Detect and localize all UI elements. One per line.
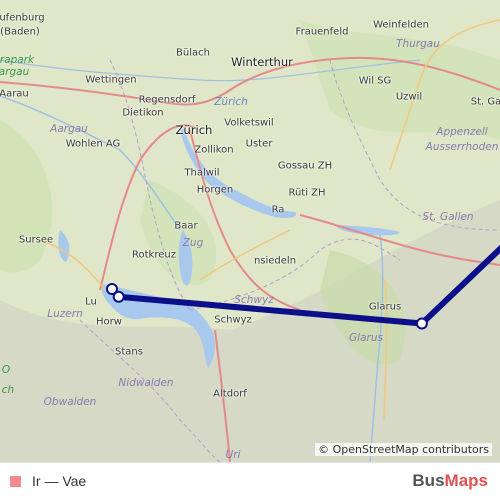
map-base [0,19,500,462]
map-attribution[interactable]: © OpenStreetMap contributors [315,443,492,456]
logo-text-bus: Bus [412,471,445,490]
route-stop-marker[interactable] [415,317,428,330]
place-label-rotkreuz: Rotkreuz [132,249,176,261]
region-label-rapark: rapark [0,54,35,66]
region-label-obwalden: Obwalden [43,396,97,408]
region-label-nidwalden: Nidwalden [118,377,174,389]
place-label-rapperswil: Ra [271,204,285,216]
place-label-luzern: Lu [85,296,97,308]
route-stop-marker[interactable] [112,290,125,303]
place-label-thalwil: Thalwil [184,167,220,179]
place-label-bulach: Bülach [176,47,210,59]
lake-walen [335,225,400,236]
place-label-gossau: Gossau ZH [277,160,333,172]
motorway [189,129,301,311]
region-label-thurgau: Thurgau [396,38,440,50]
logo-text-maps: Maps [444,471,488,490]
place-label-uster: Uster [245,138,273,150]
region-label-appenzell: Appenzell [436,126,488,138]
region-label-schwyz: Schwyz [234,294,274,306]
region-label-zug: Zug [182,237,204,249]
place-label-baden: (Baden) [0,26,40,38]
place-label-horgen: Horgen [196,184,234,196]
place-label-wohlen: Wohlen AG [65,138,121,150]
region-label-uri: Uri [225,449,241,461]
alpine-terrain [0,200,500,462]
place-label-stans: Stans [115,346,143,358]
place-label-dietikon: Dietikon [122,107,164,119]
place-label-baar: Baar [174,220,198,232]
place-label-ruti: Rüti ZH [288,187,326,199]
place-label-st-gallen-edge: St. Ga [470,96,500,108]
legend-color-swatch [10,476,21,487]
region-label-luzern: Luzern [47,308,83,320]
legend-route-label: Ir — Vae [32,473,87,489]
place-label-aarau: Aarau [0,88,29,100]
place-label-schwyz: Schwyz [214,314,252,326]
place-label-frauenfeld: Frauenfeld [295,26,349,38]
place-label-winterthur: Winterthur [231,55,293,69]
map-canvas[interactable]: Weinfelden (Baden) ufenburg Frauenfeld T… [0,0,500,462]
forest-patch [140,180,217,286]
region-label-glarus: Glarus [349,332,383,344]
place-label-altdorf: Altdorf [213,388,247,400]
place-label-sursee: Sursee [18,234,54,246]
region-label-argau: argau [0,66,30,78]
lake-sempach [58,230,70,262]
place-label-wil: Wil SG [358,75,392,87]
busmaps-logo[interactable]: BusMaps [412,471,488,491]
legend-bar: Ir — Vae BusMaps [0,462,500,501]
forest-patch [0,120,53,273]
region-label-zurich: Zürich [214,96,248,108]
place-label-aufenburg: ufenburg [0,12,45,24]
place-label-zurich: Zürich [175,123,213,137]
place-label-zollikon: Zollikon [194,144,234,156]
region-label-ausserrhoden: Ausserrhoden [425,141,499,153]
region-label-edge-ch: ch [1,384,15,396]
place-label-glarus: Glarus [368,301,402,313]
place-label-regensdorf: Regensdorf [138,94,196,106]
place-label-volketswil: Volketswil [224,117,274,129]
place-label-weinfelden: Weinfelden [373,19,429,31]
place-label-uzwil: Uzwil [395,91,423,103]
place-label-einsiedeln: nsiedeln [253,255,297,267]
region-label-aargau: Aargau [50,123,88,135]
place-label-wettingen: Wettingen [85,74,137,86]
region-label-st-gallen: St. Gallen [422,211,474,223]
main-road [39,239,106,291]
region-label-edge-o: O [1,364,11,376]
place-label-horw: Horw [96,316,122,328]
